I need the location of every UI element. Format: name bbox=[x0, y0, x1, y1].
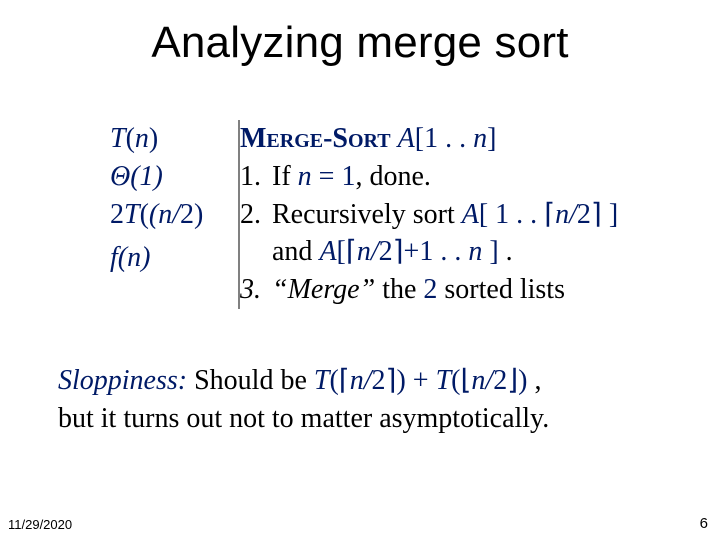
s1-if: If bbox=[272, 161, 298, 192]
s2-n2: n/ bbox=[357, 236, 379, 267]
slop-plus: + bbox=[406, 365, 436, 396]
s1-n: n bbox=[298, 161, 312, 192]
slop-n1: n/ bbox=[350, 365, 372, 396]
cost-column: T(n) Θ(1) 2T((n/2) f(n) bbox=[110, 120, 239, 309]
s2-and: and bbox=[272, 236, 319, 267]
cost-T: T bbox=[110, 123, 126, 154]
step-3: “Merge” the 2 sorted lists bbox=[268, 271, 618, 309]
slop-line2: but it turns out not to matter asymptoti… bbox=[58, 403, 549, 434]
cost-line-4: f(n) bbox=[110, 239, 238, 277]
s2-A1: A bbox=[462, 199, 479, 230]
slop-T2: T bbox=[436, 365, 452, 396]
algo-table: T(n) Θ(1) 2T((n/2) f(n) Merge-Sort A[1 .… bbox=[110, 120, 618, 309]
cost-2T-arg: ((n/2) bbox=[140, 199, 204, 230]
cost-n2a: (n/ bbox=[149, 199, 180, 230]
slop-T1: T bbox=[314, 365, 330, 396]
s2-r2: [⌈n/2⌉+1 . . n ] bbox=[337, 236, 499, 267]
s3-merge: “Merge” bbox=[272, 274, 375, 305]
algo-header: Merge-Sort A[1 . . n] bbox=[240, 120, 618, 158]
step-1: If n = 1, done. bbox=[268, 158, 618, 196]
s2-n3: n bbox=[468, 236, 482, 267]
algorithm-block: T(n) Θ(1) 2T((n/2) f(n) Merge-Sort A[1 .… bbox=[110, 120, 670, 309]
cost-line-3: 2T((n/2) bbox=[110, 196, 238, 234]
s2-r1: [ 1 . . ⌈n/2⌉ ] bbox=[479, 199, 618, 230]
slide: Analyzing merge sort T(n) Θ(1) 2T((n/2) … bbox=[0, 0, 720, 540]
step-2: Recursively sort A[ 1 . . ⌈n/2⌉ ] and A[… bbox=[268, 196, 618, 272]
s2-rec: Recursively sort bbox=[272, 199, 462, 230]
slop-n2: n/ bbox=[471, 365, 493, 396]
cost-line-1: T(n) bbox=[110, 120, 238, 158]
s3-rest: sorted lists bbox=[437, 274, 565, 305]
cost-theta: Θ(1) bbox=[110, 161, 163, 192]
cost-T-n: n bbox=[135, 123, 149, 154]
sloppiness-note: Sloppiness: Should be T(⌈n/2⌉) + T(⌊n/2⌋… bbox=[58, 362, 668, 438]
algo-A: A bbox=[398, 123, 415, 154]
cost-line-2: Θ(1) bbox=[110, 158, 238, 196]
slop-a: Should be bbox=[187, 365, 314, 396]
s1-done: , done. bbox=[355, 161, 430, 192]
slop-arg1: (⌈n/2⌉) bbox=[329, 365, 405, 396]
algo-name: Merge-Sort bbox=[240, 123, 398, 154]
slide-title: Analyzing merge sort bbox=[0, 18, 720, 68]
s3-two: 2 bbox=[423, 274, 437, 305]
s2-n1: n/ bbox=[555, 199, 577, 230]
cost-Targ: (n) bbox=[126, 123, 159, 154]
algo-n: n bbox=[473, 123, 487, 154]
slop-label: Sloppiness: bbox=[58, 365, 187, 396]
footer-page: 6 bbox=[700, 515, 708, 532]
algo-end: ] bbox=[487, 123, 496, 154]
s3-the: the bbox=[375, 274, 423, 305]
algo-rng: [1 . . bbox=[415, 123, 473, 154]
cost-2T: T bbox=[124, 199, 140, 230]
s2-A2: A bbox=[319, 236, 336, 267]
s1-eq1: = 1 bbox=[312, 161, 356, 192]
step-list: If n = 1, done. Recursively sort A[ 1 . … bbox=[268, 158, 618, 309]
slop-arg2: (⌊n/2⌋) bbox=[451, 365, 527, 396]
cost-n2b: 2) bbox=[180, 199, 203, 230]
algo-name-sc: Merge-Sort bbox=[240, 123, 398, 154]
pseudocode-column: Merge-Sort A[1 . . n] If n = 1, done. Re… bbox=[239, 120, 618, 309]
cost-2: 2 bbox=[110, 199, 124, 230]
footer-date: 11/29/2020 bbox=[8, 517, 72, 532]
